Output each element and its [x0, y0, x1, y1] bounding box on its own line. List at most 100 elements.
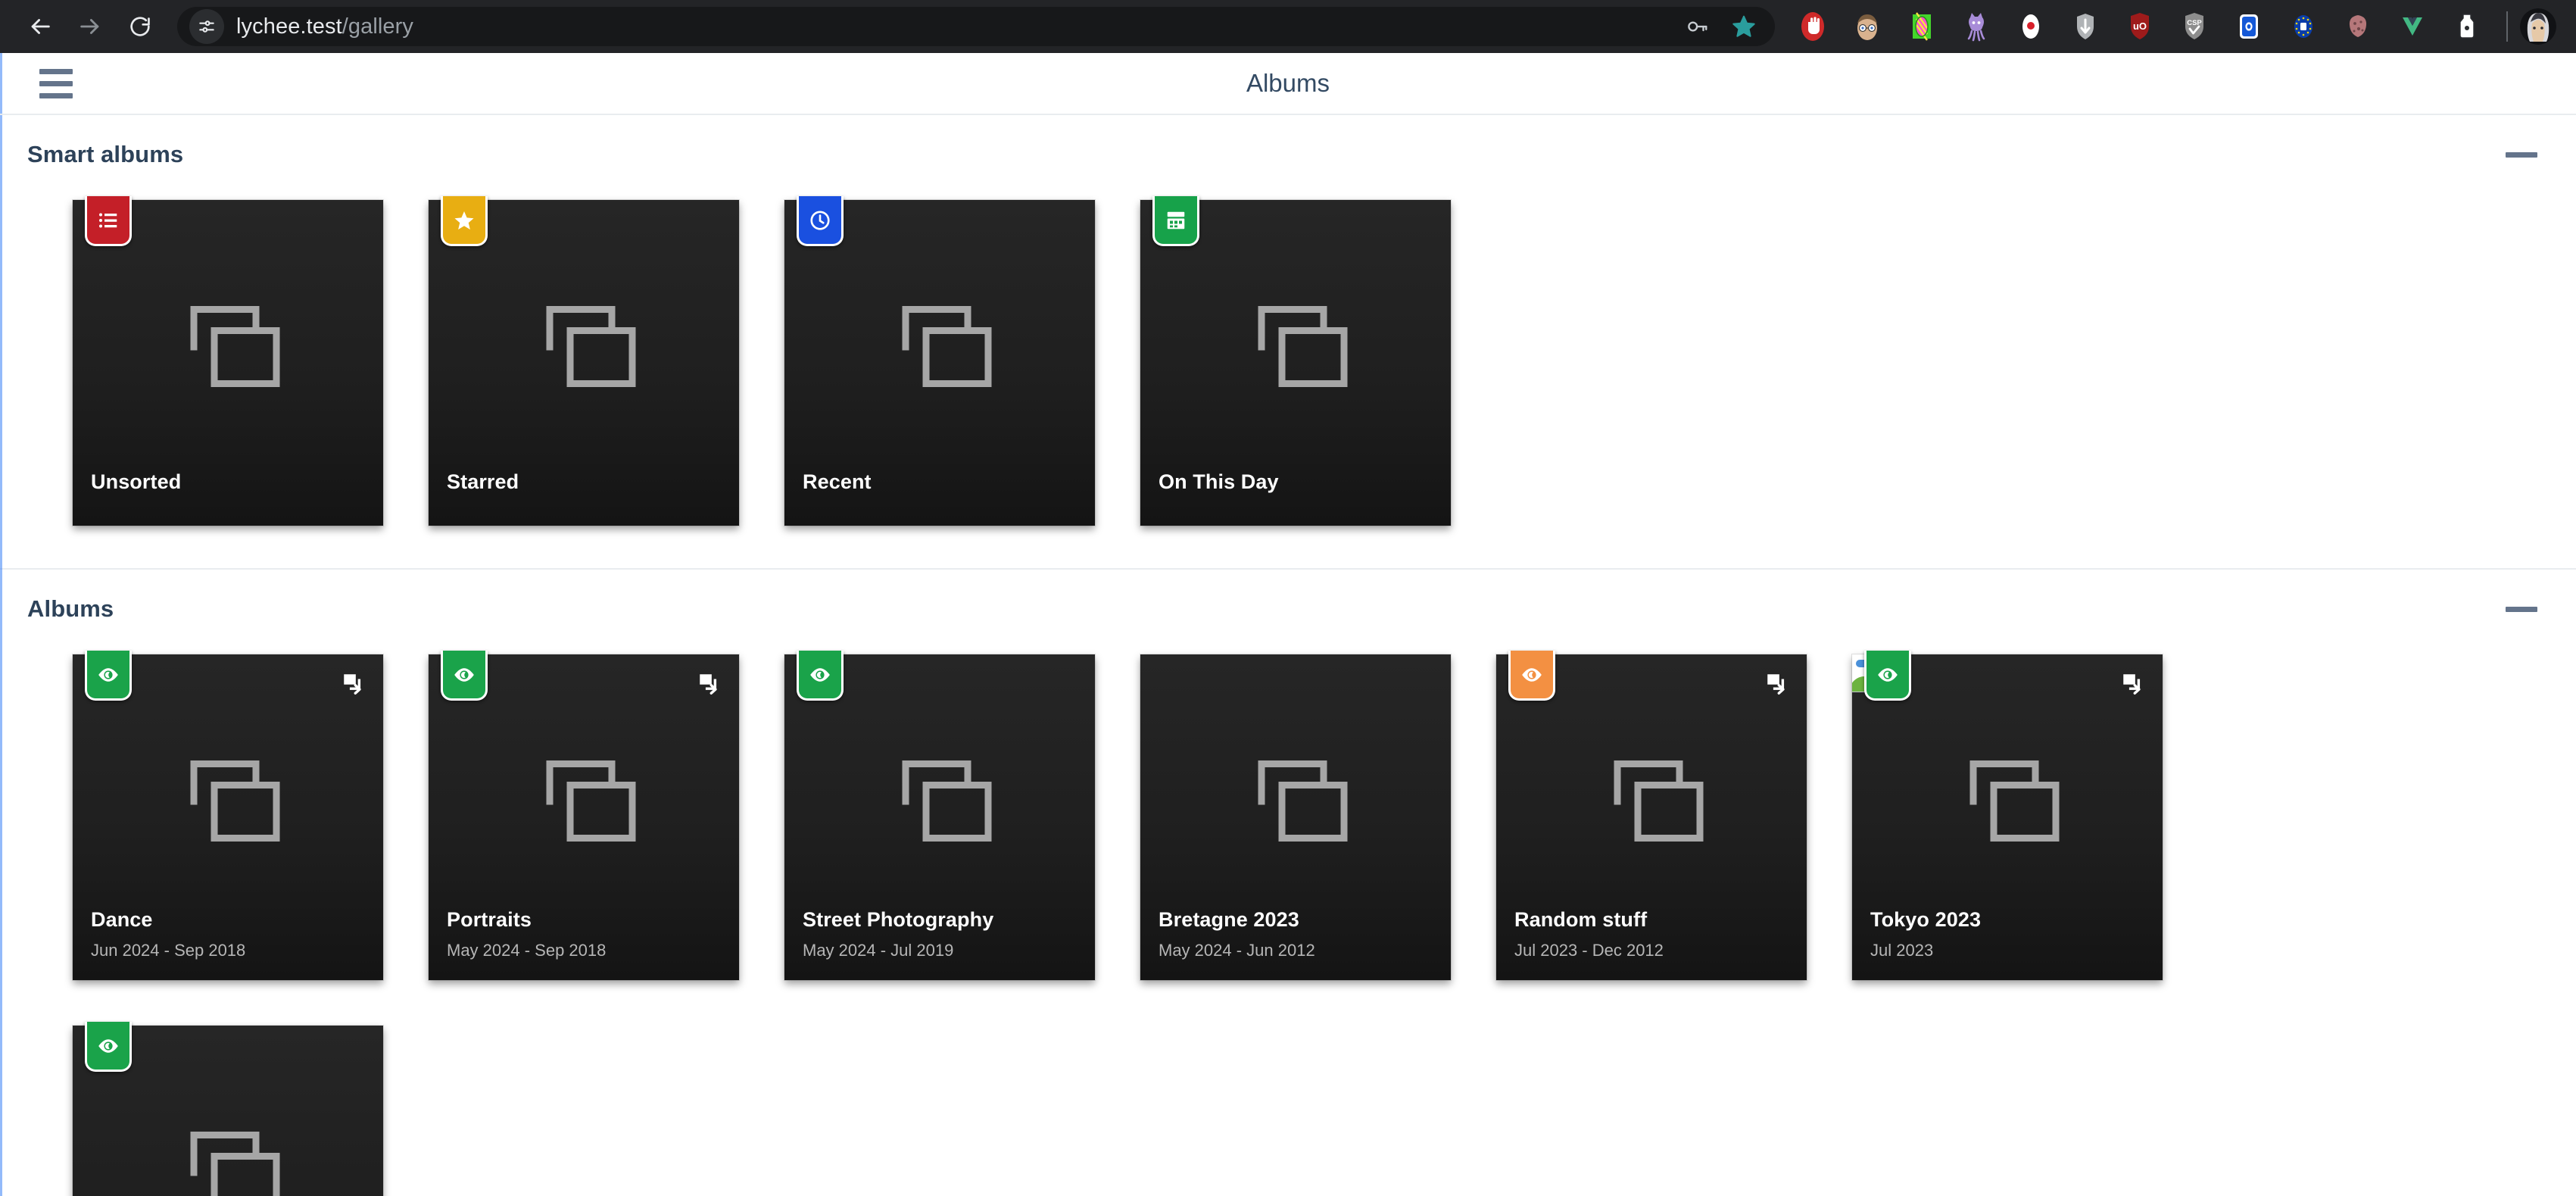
image-placeholder-icon	[1591, 750, 1712, 858]
badge-list[interactable]	[85, 196, 132, 246]
image-placeholder-icon	[523, 750, 644, 858]
image-placeholder-icon	[167, 750, 288, 858]
badge-star[interactable]	[441, 196, 488, 246]
badge-eye[interactable]	[1864, 651, 1911, 701]
browser-toolbar: lychee.test/gallery uO CSP	[0, 0, 2576, 53]
tune-icon	[199, 20, 214, 33]
extension-japan-flag-button[interactable]	[2004, 0, 2058, 53]
badge-eye[interactable]	[85, 651, 132, 701]
arrow-left-icon	[31, 19, 50, 34]
badge-eye[interactable]	[1508, 651, 1555, 701]
album-title: Tokyo 2023	[1870, 908, 1982, 931]
badge-eye[interactable]	[797, 651, 844, 701]
extension-grammar-shield-button[interactable]	[2058, 0, 2113, 53]
subalbums-icon	[2120, 671, 2146, 701]
tile-caption: On This Day	[1140, 470, 1451, 526]
svg-text:uO: uO	[2133, 20, 2147, 32]
section-title: Smart albums	[27, 141, 184, 167]
blue-badge-icon	[2240, 14, 2258, 39]
cookie-manager-icon	[2349, 15, 2367, 37]
album-tile[interactable]: Starred	[429, 196, 739, 526]
album-dates: Jul 2023	[1870, 941, 1934, 960]
badge-calendar[interactable]	[1152, 196, 1199, 246]
forward-button[interactable]	[67, 3, 114, 50]
extension-vue-devtools-button[interactable]	[2385, 0, 2440, 53]
section-title: Albums	[27, 595, 114, 622]
menu-button[interactable]	[39, 64, 82, 103]
profile-avatar[interactable]	[2520, 8, 2556, 45]
badge-eye[interactable]	[441, 651, 488, 701]
album-tile[interactable]: Recent	[784, 196, 1095, 526]
page-edge-accent	[0, 53, 2, 1196]
tile-caption: Unsorted	[73, 470, 383, 526]
image-placeholder-icon	[879, 750, 1000, 858]
extension-colorzilla-button[interactable]	[1895, 0, 1949, 53]
hamburger-icon-bar	[39, 80, 73, 86]
back-button[interactable]	[17, 3, 64, 50]
hamburger-icon-bar	[39, 68, 73, 74]
extension-cookie-manager-button[interactable]	[2331, 0, 2385, 53]
tile-badges	[1508, 651, 1555, 701]
svg-text:CSP: CSP	[2187, 19, 2202, 27]
album-tile[interactable]: Dance Jun 2024 - Sep 2018	[73, 651, 383, 980]
extension-blue-badge-button[interactable]	[2222, 0, 2276, 53]
badge-clock[interactable]	[797, 196, 844, 246]
reload-button[interactable]	[117, 3, 164, 50]
extension-lastpass-button[interactable]	[2440, 0, 2494, 53]
tile-badges	[441, 196, 488, 246]
extension-ublock-lite-button[interactable]: uO	[2113, 0, 2167, 53]
album-tile[interactable]: TulipsMar 2023	[73, 1022, 383, 1196]
extension-user-agent-switcher-button[interactable]	[1840, 0, 1895, 53]
extension-eu-cookie-button[interactable]	[2276, 0, 2331, 53]
album-title: Dance	[91, 908, 153, 931]
arrow-right-icon	[80, 19, 99, 34]
album-tile[interactable]: Unsorted	[73, 196, 383, 526]
image-placeholder-icon	[167, 295, 288, 404]
address-bar[interactable]: lychee.test/gallery	[177, 7, 1775, 46]
key-icon[interactable]	[1684, 15, 1711, 38]
album-title: Street Photography	[803, 908, 994, 931]
album-dates: May 2024 - Sep 2018	[447, 941, 607, 960]
app-header: Albums	[0, 53, 2576, 115]
album-tile[interactable]: Bretagne 2023 May 2024 - Jun 2012	[1140, 654, 1451, 980]
album-dates: May 2024 - Jun 2012	[1159, 941, 1315, 960]
tile-badges	[797, 651, 844, 701]
reload-icon	[130, 17, 150, 36]
album-tile[interactable]: Street Photography May 2024 - Jul 2019	[784, 651, 1095, 980]
section-header-smart-albums: Smart albums	[0, 115, 2576, 188]
image-placeholder-icon	[1235, 750, 1356, 858]
album-tile[interactable]: /Tokyo 2023Jul 2023	[1852, 651, 2163, 980]
url-host: lychee.test	[236, 14, 342, 39]
album-tile[interactable]: Portraits May 2024 - Sep 2018	[429, 651, 739, 980]
tile-caption: Bretagne 2023 May 2024 - Jun 2012	[1140, 908, 1451, 980]
site-settings-button[interactable]	[189, 9, 224, 44]
minus-icon	[2506, 151, 2537, 158]
image-placeholder-icon	[1947, 750, 2068, 858]
url-text: lychee.test/gallery	[236, 14, 413, 39]
user-agent-switcher-icon	[1857, 14, 1877, 40]
album-dates: Jul 2023 - Dec 2012	[1514, 941, 1664, 960]
tile-badges	[85, 651, 132, 701]
eu-cookie-icon	[2294, 15, 2312, 38]
tile-badges	[1864, 651, 1911, 701]
tile-caption: Starred	[429, 470, 739, 526]
minus-icon	[2506, 606, 2537, 612]
page-title: Albums	[1246, 69, 1330, 97]
extension-csp-checker-button[interactable]: CSP	[2167, 0, 2222, 53]
bookmark-star-icon[interactable]	[1731, 14, 1757, 39]
csp-checker-icon: CSP	[2185, 13, 2203, 39]
collapse-section-button[interactable]	[2500, 592, 2543, 626]
hamburger-icon-bar	[39, 92, 73, 98]
extension-octotree-button[interactable]	[1949, 0, 2004, 53]
lastpass-icon	[2459, 14, 2475, 39]
extension-ublock-origin-button[interactable]	[1785, 0, 1840, 53]
album-title: Random stuff	[1514, 908, 1648, 931]
album-tile[interactable]: On This Day	[1140, 196, 1451, 526]
toolbar-divider	[2506, 11, 2508, 42]
tile-badges	[85, 1022, 132, 1072]
collapse-section-button[interactable]	[2500, 138, 2543, 171]
badge-eye[interactable]	[85, 1022, 132, 1072]
image-placeholder-icon	[167, 1121, 288, 1196]
album-tile[interactable]: Random stuff Jul 2023 - Dec 2012	[1496, 651, 1807, 980]
avatar-image	[2520, 8, 2556, 45]
